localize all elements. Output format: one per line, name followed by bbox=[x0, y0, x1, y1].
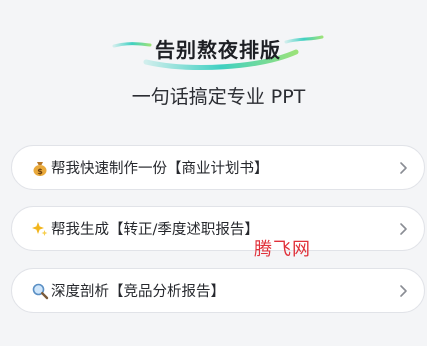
sparkle-icon bbox=[31, 220, 49, 238]
option-label: 帮我生成【转正/季度述职报告】 bbox=[51, 222, 259, 238]
magnifier-icon bbox=[31, 282, 49, 300]
page-title: 告别熬夜排版 bbox=[155, 38, 281, 62]
hero-banner: 告别熬夜排版 一句话搞定专业 PPT bbox=[0, 0, 427, 120]
chevron-right-icon bbox=[400, 161, 407, 174]
chevron-right-icon bbox=[400, 222, 407, 235]
option-business-plan[interactable]: $ 帮我快速制作一份【商业计划书】 bbox=[11, 145, 425, 190]
option-review-report[interactable]: 帮我生成【转正/季度述职报告】 bbox=[11, 206, 425, 251]
chevron-right-icon bbox=[400, 284, 407, 297]
option-label: 帮我快速制作一份【商业计划书】 bbox=[51, 161, 269, 177]
watermark: 腾飞网 bbox=[254, 239, 311, 260]
page-subtitle: 一句话搞定专业 PPT bbox=[131, 86, 306, 108]
option-competitor-analysis[interactable]: 深度剖析【竞品分析报告】 bbox=[11, 268, 425, 313]
svg-text:$: $ bbox=[37, 167, 43, 176]
money-bag-icon: $ bbox=[31, 159, 49, 177]
option-label: 深度剖析【竞品分析报告】 bbox=[51, 284, 225, 300]
title-block: 告别熬夜排版 bbox=[110, 28, 326, 74]
